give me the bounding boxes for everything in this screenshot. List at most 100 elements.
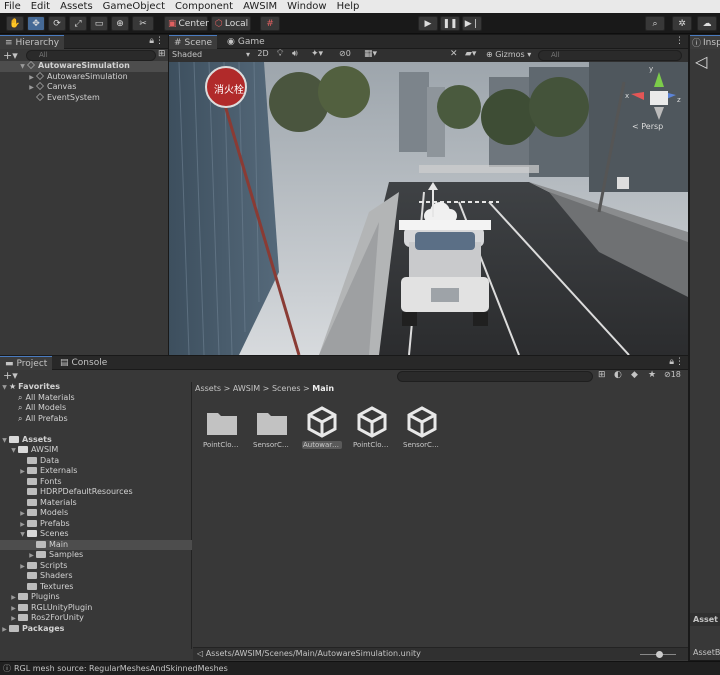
- hierarchy-item[interactable]: ▶ AutowareSimulation: [27, 72, 127, 83]
- tree-item[interactable]: HDRPDefaultResources: [0, 487, 192, 498]
- icon-size-slider-handle[interactable]: [656, 651, 663, 658]
- tab-inspector[interactable]: ⓘ Insp: [690, 35, 720, 49]
- shading-mode-dropdown[interactable]: Shaded ▾: [172, 50, 250, 61]
- favorite-item[interactable]: ⌕ All Prefabs: [18, 414, 68, 425]
- search-icon[interactable]: ⌕: [645, 16, 665, 31]
- kebab-menu-icon[interactable]: ⋮: [155, 36, 164, 46]
- pause-icon[interactable]: ❚❚: [440, 16, 460, 31]
- effects-icon[interactable]: ✦▾: [311, 49, 323, 59]
- tree-item[interactable]: Main: [0, 539, 192, 550]
- menu-edit[interactable]: Edit: [31, 1, 50, 12]
- menu-awsim[interactable]: AWSIM: [243, 1, 277, 12]
- breadcrumb-item[interactable]: AWSIM: [233, 384, 260, 393]
- tree-item[interactable]: ▶ RGLUnityPlugin: [0, 603, 192, 614]
- menu-help[interactable]: Help: [337, 1, 360, 12]
- tree-item[interactable]: ▶ Ros2ForUnity: [0, 613, 192, 624]
- tree-item[interactable]: ▶ Plugins: [0, 592, 192, 603]
- menu-file[interactable]: File: [4, 1, 21, 12]
- eye-slash-icon: ⊘: [664, 370, 671, 379]
- rotate-tool-icon[interactable]: ⟳: [48, 16, 66, 31]
- menu-gameobject[interactable]: GameObject: [103, 1, 165, 12]
- scene-row[interactable]: ▼ AutowareSimulation: [0, 61, 168, 72]
- tag-icon[interactable]: ◆: [631, 370, 638, 380]
- tab-hierarchy[interactable]: ≡ Hierarchy: [0, 35, 65, 49]
- lock-icon[interactable]: 🔒︎: [669, 357, 674, 367]
- tree-item[interactable]: ▶ Samples: [0, 550, 192, 561]
- filter-icon[interactable]: ⊞: [158, 49, 166, 59]
- scale-tool-icon[interactable]: ⤢: [69, 16, 87, 31]
- kebab-menu-icon[interactable]: ⋮: [675, 36, 684, 46]
- step-icon[interactable]: ▶❘: [462, 16, 482, 31]
- fold-open-icon[interactable]: ▼: [18, 62, 27, 73]
- breadcrumb-item[interactable]: Main: [312, 384, 334, 393]
- asset-folder[interactable]: SensorConf...: [252, 405, 292, 449]
- grid-snap-icon[interactable]: #: [260, 16, 280, 31]
- tab-project[interactable]: ▬ Project: [0, 356, 53, 370]
- fold-open-icon[interactable]: ▼: [0, 383, 9, 394]
- rect-tool-icon[interactable]: ▭: [90, 16, 108, 31]
- tree-item[interactable]: Data: [0, 456, 192, 467]
- tree-item[interactable]: ▶ Models: [0, 508, 192, 519]
- favorite-item[interactable]: ⌕ All Materials: [18, 393, 75, 404]
- kebab-menu-icon[interactable]: ⋮: [675, 357, 684, 367]
- tree-item[interactable]: ▶ Scripts: [0, 561, 192, 572]
- tab-console[interactable]: ▤ Console: [55, 356, 112, 370]
- tree-item[interactable]: Textures: [0, 582, 192, 593]
- tree-item[interactable]: ▼ AWSIM: [0, 445, 192, 456]
- tree-item[interactable]: ▶ Externals: [0, 466, 192, 477]
- status-message: RGL mesh source: RegularMeshesAndSkinned…: [14, 664, 228, 673]
- mode-2d-toggle[interactable]: 2D: [255, 49, 271, 61]
- hidden-objects-toggle[interactable]: ⊘0: [339, 49, 351, 58]
- grid-toggle-icon[interactable]: ▦▾: [364, 49, 377, 59]
- menu-assets[interactable]: Assets: [60, 1, 93, 12]
- camera-icon[interactable]: ▰▾: [465, 49, 476, 59]
- custom-tool-icon[interactable]: ✂: [132, 16, 154, 31]
- asset-scene-file[interactable]: AutowareS...: [302, 405, 342, 449]
- menu-window[interactable]: Window: [287, 1, 326, 12]
- scene-viewport[interactable]: 消火栓 y x z < Persp: [169, 62, 688, 355]
- project-search-input[interactable]: [397, 371, 593, 382]
- lock-icon[interactable]: 🔒︎: [149, 36, 154, 46]
- tree-item[interactable]: ▼ Scenes: [0, 529, 192, 540]
- play-icon[interactable]: ▶: [418, 16, 438, 31]
- favorite-item[interactable]: ⌕ All Models: [18, 403, 66, 414]
- hidden-packages-toggle[interactable]: ⊘18: [664, 370, 681, 379]
- search-by-type-icon[interactable]: ⊞: [598, 370, 606, 380]
- favorites-header[interactable]: ▼ ★ Favorites: [0, 382, 60, 393]
- scene-search-input[interactable]: All: [538, 50, 682, 61]
- tree-item[interactable]: ▶ Packages: [0, 624, 192, 635]
- asset-scene-file[interactable]: SensorConf...: [402, 405, 442, 449]
- hierarchy-item[interactable]: EventSystem: [27, 93, 100, 104]
- fold-closed-icon[interactable]: ▶: [0, 625, 9, 636]
- menu-component[interactable]: Component: [175, 1, 233, 12]
- favorite-star-icon[interactable]: ★: [648, 370, 656, 380]
- gizmos-dropdown[interactable]: ⊕ Gizmos ▾: [486, 50, 534, 61]
- search-by-label-icon[interactable]: ◐: [614, 370, 622, 380]
- pivot-center-button[interactable]: ▣ Center: [164, 16, 209, 31]
- breadcrumb-item[interactable]: Scenes: [272, 384, 301, 393]
- main-toolbar: ✋ ✥ ⟳ ⤢ ▭ ⊕ ✂ ▣ Center ⬡ Local # ▶ ❚❚ ▶❘ ⌕…: [0, 13, 720, 34]
- tree-item[interactable]: ▶ Prefabs: [0, 519, 192, 530]
- lighting-icon[interactable]: 💡︎: [277, 49, 283, 59]
- asset-scene-file[interactable]: PointClou...: [352, 405, 392, 449]
- move-tool-icon[interactable]: ✥: [27, 16, 45, 31]
- persp-label[interactable]: < Persp: [632, 122, 663, 131]
- hierarchy-item[interactable]: ▶ Canvas: [27, 82, 76, 93]
- hierarchy-search-input[interactable]: All: [26, 50, 156, 61]
- transform-tool-icon[interactable]: ⊕: [111, 16, 129, 31]
- create-icon[interactable]: +▾: [3, 369, 18, 382]
- tab-scene[interactable]: # Scene: [169, 35, 217, 49]
- tree-item[interactable]: Materials: [0, 498, 192, 509]
- tools-icon[interactable]: ✕: [450, 49, 458, 59]
- settings-icon[interactable]: ✲: [672, 16, 692, 31]
- asset-folder[interactable]: PointClou...: [202, 405, 242, 449]
- tab-game[interactable]: ◉ Game: [222, 35, 270, 49]
- tree-item[interactable]: ▼ Assets: [0, 435, 192, 446]
- cloud-icon[interactable]: ☁: [697, 16, 717, 31]
- tree-item[interactable]: Fonts: [0, 477, 192, 488]
- space-local-button[interactable]: ⬡ Local: [211, 16, 251, 31]
- audio-icon[interactable]: 🔊︎: [292, 49, 298, 59]
- hand-tool-icon[interactable]: ✋: [6, 16, 24, 31]
- tree-item[interactable]: Shaders: [0, 571, 192, 582]
- breadcrumb-item[interactable]: Assets: [195, 384, 221, 393]
